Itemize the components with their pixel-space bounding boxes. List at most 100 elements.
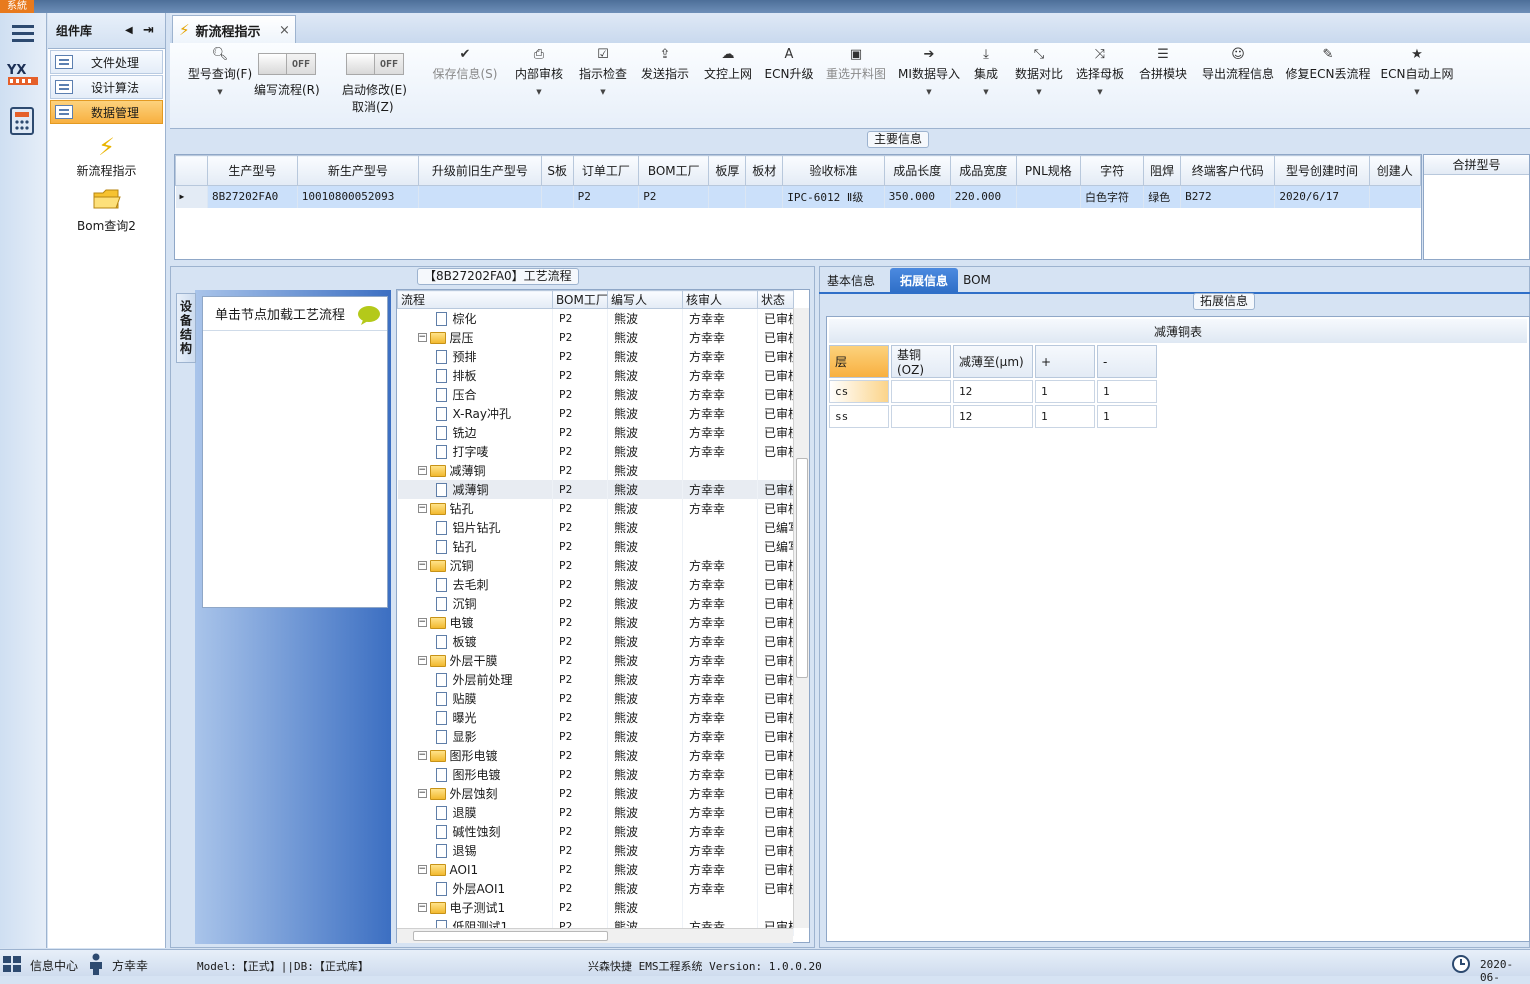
collapse-icon[interactable]: − bbox=[417, 618, 427, 627]
tree-row[interactable]: 棕化 P2熊波方幸幸已审核 bbox=[397, 308, 794, 328]
table-cell[interactable] bbox=[541, 185, 574, 208]
column-header[interactable]: 新生产型号 bbox=[296, 155, 420, 186]
table-cell[interactable]: B272 bbox=[1180, 185, 1276, 208]
column-header[interactable]: 订单工厂 bbox=[572, 155, 640, 186]
tree-column-header[interactable]: 状态 bbox=[757, 290, 794, 309]
library-item[interactable]: 文件处理 bbox=[50, 50, 163, 74]
library-item[interactable]: 设计算法 bbox=[50, 75, 163, 99]
tree-row[interactable]: − 沉铜 P2熊波方幸幸已审核 bbox=[397, 556, 794, 575]
collapse-icon[interactable]: − bbox=[417, 504, 427, 513]
tree-row[interactable]: 外层前处理 P2熊波方幸幸已审核 bbox=[397, 670, 794, 689]
grid-icon[interactable] bbox=[2, 955, 22, 973]
table-cell[interactable] bbox=[1016, 185, 1082, 208]
thin-cell[interactable]: cs bbox=[829, 380, 889, 403]
column-header[interactable]: 型号创建时间 bbox=[1274, 155, 1370, 186]
table-cell[interactable]: 350.000 bbox=[884, 185, 951, 208]
ribbon-button[interactable]: ☰ 合拼模块 bbox=[1123, 47, 1203, 82]
system-badge[interactable]: 系統 bbox=[0, 0, 34, 13]
library-item[interactable]: 数据管理 bbox=[50, 100, 163, 124]
tree-row[interactable]: − 减薄铜 P2 熊波 bbox=[397, 461, 794, 480]
table-cell[interactable] bbox=[745, 185, 784, 208]
chevron-down-icon[interactable]: ▼ bbox=[926, 88, 931, 96]
tree-row[interactable]: 贴膜 P2熊波方幸幸已审核 bbox=[397, 689, 794, 708]
thin-row[interactable]: cs 12 1 1 bbox=[829, 380, 1527, 403]
table-cell[interactable] bbox=[708, 185, 747, 208]
detail-tab[interactable]: 基本信息 bbox=[822, 268, 880, 292]
ribbon-button[interactable]: ▣ 重选开料图 bbox=[816, 47, 896, 82]
detail-tab[interactable]: BOM bbox=[960, 268, 994, 292]
chevron-down-icon[interactable]: ▼ bbox=[1036, 88, 1041, 96]
collapse-icon[interactable]: − bbox=[417, 865, 427, 874]
tree-row[interactable]: 退锡 P2熊波方幸幸已审核 bbox=[397, 841, 794, 860]
info-center-label[interactable]: 信息中心 bbox=[30, 957, 78, 974]
chevron-down-icon[interactable]: ▼ bbox=[1414, 88, 1419, 96]
collapse-icon[interactable]: − bbox=[417, 466, 427, 475]
table-cell[interactable]: P2 bbox=[638, 185, 710, 208]
menu-icon[interactable] bbox=[5, 17, 41, 49]
tab-new-process[interactable]: ⚡ 新流程指示 × bbox=[172, 15, 296, 44]
detail-tab[interactable]: 拓展信息 bbox=[890, 268, 958, 292]
tree-row[interactable]: 去毛刺 P2熊波方幸幸已审核 bbox=[397, 575, 794, 594]
chevron-down-icon[interactable]: ▼ bbox=[217, 88, 222, 96]
table-cell[interactable]: IPC-6012 Ⅱ级 bbox=[782, 185, 885, 208]
horizontal-scroll-thumb[interactable] bbox=[413, 931, 608, 941]
collapse-icon[interactable]: − bbox=[417, 751, 427, 760]
thin-column-header[interactable]: 减薄至(μm) bbox=[953, 345, 1033, 378]
ribbon-button[interactable]: ★ ECN自动上网 ▼ bbox=[1377, 47, 1457, 96]
tree-column-header[interactable]: BOM工厂 bbox=[552, 290, 608, 309]
thin-cell[interactable]: 1 bbox=[1035, 380, 1095, 403]
column-header[interactable]: 终端客户代码 bbox=[1180, 155, 1276, 186]
thin-cell[interactable]: 1 bbox=[1097, 405, 1157, 428]
tree-column-header[interactable]: 编写人 bbox=[607, 290, 683, 309]
pin-icon[interactable]: ⇥ bbox=[143, 23, 165, 38]
tree-row[interactable]: − 外层干膜 P2熊波方幸幸已审核 bbox=[397, 651, 794, 670]
column-header[interactable]: 生产型号 bbox=[207, 155, 298, 186]
tree-row[interactable]: − 电子测试1 P2 熊波 bbox=[397, 898, 794, 917]
toggle-label[interactable]: 启动修改(E) bbox=[342, 81, 407, 98]
column-header[interactable]: 板材 bbox=[745, 155, 784, 186]
chevron-down-icon[interactable]: ▼ bbox=[536, 88, 541, 96]
toggle-label[interactable]: 编写流程(R) bbox=[254, 81, 320, 98]
collapse-icon[interactable]: − bbox=[417, 789, 427, 798]
toggle-cancel-label[interactable]: 取消(Z) bbox=[352, 98, 394, 115]
tree-row[interactable]: 铣边 P2熊波方幸幸已审核 bbox=[397, 423, 794, 442]
column-header[interactable]: 字符 bbox=[1079, 155, 1145, 186]
thin-column-header[interactable]: 基铜(OZ) bbox=[891, 345, 951, 378]
tree-row[interactable]: 外层AOI1 P2熊波方幸幸已审核 bbox=[397, 879, 794, 898]
collapse-left-icon[interactable]: ◀ bbox=[125, 25, 143, 36]
close-icon[interactable]: × bbox=[279, 23, 295, 38]
tree-row[interactable]: 打字唛 P2熊波方幸幸已审核 bbox=[397, 442, 794, 461]
tree-row[interactable]: 减薄铜 P2熊波方幸幸已审核 bbox=[397, 480, 794, 499]
shortcut-item[interactable]: Bom查询2 bbox=[48, 187, 165, 234]
thin-cell[interactable]: 12 bbox=[953, 405, 1033, 428]
thin-column-header[interactable]: 层 bbox=[829, 345, 889, 378]
tree-row[interactable]: − 电镀 P2熊波方幸幸已审核 bbox=[397, 613, 794, 632]
tree-row[interactable]: − 外层蚀刻 P2熊波方幸幸已审核 bbox=[397, 784, 794, 803]
collapse-icon[interactable]: − bbox=[417, 656, 427, 665]
column-header[interactable]: 验收标准 bbox=[782, 155, 885, 186]
tree-row[interactable]: − AOI1 P2熊波方幸幸已审核 bbox=[397, 860, 794, 879]
table-cell[interactable]: 10010800052093 bbox=[297, 185, 420, 208]
tree-row[interactable]: − 层压 P2熊波方幸幸已审核 bbox=[397, 328, 794, 347]
tree-row[interactable]: − 钻孔 P2熊波方幸幸已审核 bbox=[397, 499, 794, 518]
tree-column-header[interactable]: 核审人 bbox=[682, 290, 758, 309]
vertical-scroll-thumb[interactable] bbox=[796, 458, 808, 678]
ribbon-button[interactable]: ✔ 保存信息(S) bbox=[425, 47, 505, 82]
collapse-icon[interactable]: − bbox=[417, 561, 427, 570]
tree-row[interactable]: 铝片钻孔 P2熊波 已编写 bbox=[397, 518, 794, 537]
tree-row[interactable]: 碱性蚀刻 P2熊波方幸幸已审核 bbox=[397, 822, 794, 841]
thin-cell[interactable]: 1 bbox=[1035, 405, 1095, 428]
thin-column-header[interactable]: - bbox=[1097, 345, 1157, 378]
table-cell[interactable]: 2020/6/17 bbox=[1274, 185, 1370, 208]
column-header[interactable]: 阻焊 bbox=[1143, 155, 1182, 186]
column-header[interactable]: 成品长度 bbox=[883, 155, 951, 186]
collapse-icon[interactable]: − bbox=[417, 903, 427, 912]
column-header[interactable]: 创建人 bbox=[1368, 155, 1422, 186]
collapse-icon[interactable]: − bbox=[417, 333, 427, 342]
tree-row[interactable]: 显影 P2熊波方幸幸已审核 bbox=[397, 727, 794, 746]
table-cell[interactable]: 白色字符 bbox=[1080, 185, 1145, 208]
tree-row[interactable]: 排板 P2熊波方幸幸已审核 bbox=[397, 366, 794, 385]
node-hint-header[interactable]: 单击节点加载工艺流程 bbox=[203, 297, 387, 331]
tree-row[interactable]: 曝光 P2熊波方幸幸已审核 bbox=[397, 708, 794, 727]
thin-cell[interactable] bbox=[891, 405, 951, 428]
